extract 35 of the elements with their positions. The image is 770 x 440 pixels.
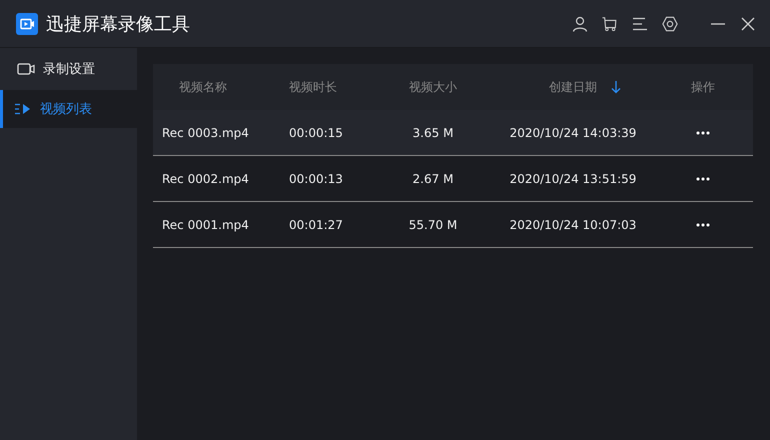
close-icon[interactable]	[740, 16, 756, 32]
camera-icon	[17, 62, 35, 76]
date-cell: 2020/10/24 10:07:03	[510, 218, 636, 232]
size-cell: 2.67 M	[412, 172, 454, 186]
more-icon[interactable]	[696, 176, 710, 180]
sidebar-item[interactable]: 录制设置	[0, 50, 137, 88]
sort-down-icon[interactable]	[611, 80, 621, 94]
duration-cell: 00:01:27	[289, 218, 343, 232]
cart-icon[interactable]	[602, 16, 618, 32]
table-row[interactable]: Rec 0001.mp4 00:01:27 55.70 M 2020/10/24 10:07:03	[153, 202, 753, 248]
file-name: Rec 0002.mp4	[162, 172, 249, 186]
file-name: Rec 0003.mp4	[162, 126, 249, 140]
size-cell: 3.65 M	[412, 126, 454, 140]
date-cell: 2020/10/24 14:03:39	[510, 126, 636, 140]
date-cell: 2020/10/24 13:51:59	[510, 172, 636, 186]
column-header: 视频名称	[179, 78, 227, 96]
size-cell: 55.70 M	[408, 218, 458, 232]
more-icon[interactable]	[696, 222, 710, 226]
column-header: 创建日期	[549, 78, 597, 96]
sidebar-item[interactable]: 视频列表	[0, 90, 137, 128]
duration-cell: 00:00:13	[289, 172, 343, 186]
column-header: 视频时长	[289, 78, 337, 96]
user-icon[interactable]	[572, 16, 588, 32]
file-name: Rec 0001.mp4	[162, 218, 249, 232]
app-logo-icon	[16, 12, 38, 34]
column-header: 操作	[691, 78, 715, 96]
window-title: 迅捷屏幕录像工具	[46, 12, 190, 36]
settings-icon[interactable]	[662, 16, 678, 32]
table-row[interactable]: Rec 0002.mp4 00:00:13 2.67 M 2020/10/24 13:51:59	[153, 156, 753, 202]
duration-cell: 00:00:15	[289, 126, 343, 140]
table-row[interactable]: Rec 0003.mp4 00:00:15 3.65 M 2020/10/24 14:03:39	[153, 110, 753, 156]
playlist-icon	[14, 102, 32, 116]
more-icon[interactable]	[696, 130, 710, 134]
column-header: 视频大小	[409, 78, 457, 96]
menu-icon[interactable]	[632, 16, 648, 32]
